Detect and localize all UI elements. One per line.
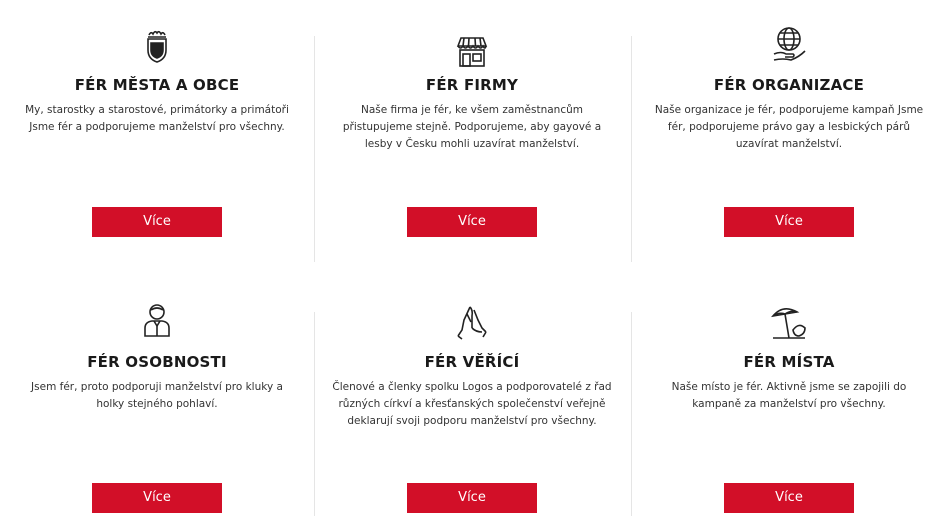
globe-in-hand-icon xyxy=(767,22,811,66)
card-title: FÉR OSOBNOSTI xyxy=(87,353,227,371)
card-description: Jsem fér, proto podporuji manželství pro… xyxy=(31,381,283,410)
more-button[interactable]: Více xyxy=(407,483,537,513)
more-button[interactable]: Více xyxy=(407,207,537,237)
shop-icon xyxy=(450,30,494,74)
card-mista: FÉR MÍSTA Naše místo je fér. Aktivně jsm… xyxy=(632,280,943,516)
card-osobnosti: FÉR OSOBNOSTI Jsem fér, proto podporuji … xyxy=(0,280,314,516)
card-title: FÉR MÍSTA xyxy=(743,353,835,371)
card-title: FÉR FIRMY xyxy=(425,76,519,94)
more-button[interactable]: Více xyxy=(724,207,854,237)
card-description: Naše místo je fér. Aktivně jsme se zapoj… xyxy=(671,381,907,410)
card-title: FÉR MĚSTA A OBCE xyxy=(74,76,240,94)
card-mesta-obce: FÉR MĚSTA A OBCE My, starostky a starost… xyxy=(0,0,314,260)
card-description: Členové a členky spolku Logos a podporov… xyxy=(332,381,612,427)
more-button[interactable]: Více xyxy=(724,483,854,513)
card-description: Naše firma je fér, ke všem zaměstnancům … xyxy=(342,104,602,150)
praying-hands-icon xyxy=(450,300,494,344)
card-firmy: FÉR FIRMY Naše firma je fér, ke všem zam… xyxy=(315,0,629,260)
person-icon xyxy=(135,298,179,342)
more-button[interactable]: Více xyxy=(92,207,222,237)
coat-of-arms-icon xyxy=(135,24,179,68)
card-description: Naše organizace je fér, podporujeme kamp… xyxy=(654,104,924,150)
beach-umbrella-icon xyxy=(767,300,811,344)
more-button[interactable]: Více xyxy=(92,483,222,513)
card-verici: FÉR VĚŘÍCÍ Členové a členky spolku Logos… xyxy=(315,280,629,516)
card-title: FÉR ORGANIZACE xyxy=(713,76,865,94)
card-description: My, starostky a starostové, primátorky a… xyxy=(25,104,289,133)
categories-grid: FÉR MĚSTA A OBCE My, starostky a starost… xyxy=(0,0,943,516)
card-organizace: FÉR ORGANIZACE Naše organizace je fér, p… xyxy=(632,0,943,260)
card-title: FÉR VĚŘÍCÍ xyxy=(424,353,520,371)
